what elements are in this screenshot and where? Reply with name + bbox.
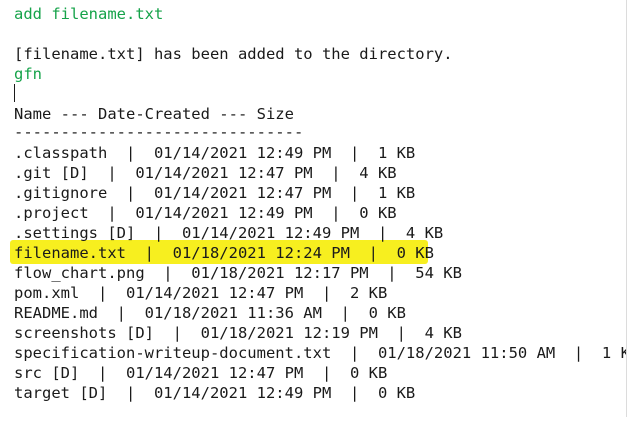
file-row: flow_chart.png | 01/18/2021 12:17 PM | 5…: [14, 264, 462, 282]
file-row: .project | 01/14/2021 12:49 PM | 0 KB: [14, 204, 397, 222]
file-row: .git [D] | 01/14/2021 12:47 PM | 4 KB: [14, 164, 397, 182]
file-row-highlighted: filename.txt | 01/18/2021 12:24 PM | 0 K…: [14, 244, 434, 262]
confirmation-message: [filename.txt] has been added to the dir…: [14, 45, 453, 63]
file-row: target [D] | 01/14/2021 12:49 PM | 0 KB: [14, 384, 416, 402]
terminal-output: add filename.txt [filename.txt] has been…: [0, 0, 627, 417]
command-line-2: gfn: [14, 65, 42, 83]
file-row: src [D] | 01/14/2021 12:47 PM | 0 KB: [14, 364, 388, 382]
file-row: screenshots [D] | 01/18/2021 12:19 PM | …: [14, 324, 462, 342]
text-cursor[interactable]: [14, 84, 15, 102]
file-row: .gitignore | 01/14/2021 12:47 PM | 1 KB: [14, 184, 416, 202]
file-row: specification-writeup-document.txt | 01/…: [14, 344, 627, 362]
listing-header: Name --- Date-Created --- Size: [14, 105, 294, 123]
command-line: add filename.txt: [14, 5, 164, 23]
file-row: README.md | 01/18/2021 11:36 AM | 0 KB: [14, 304, 406, 322]
file-row: pom.xml | 01/14/2021 12:47 PM | 2 KB: [14, 284, 388, 302]
listing-separator: -------------------------------: [14, 123, 304, 141]
file-row: .classpath | 01/14/2021 12:49 PM | 1 KB: [14, 144, 416, 162]
file-row: .settings [D] | 01/14/2021 12:49 PM | 4 …: [14, 224, 444, 242]
